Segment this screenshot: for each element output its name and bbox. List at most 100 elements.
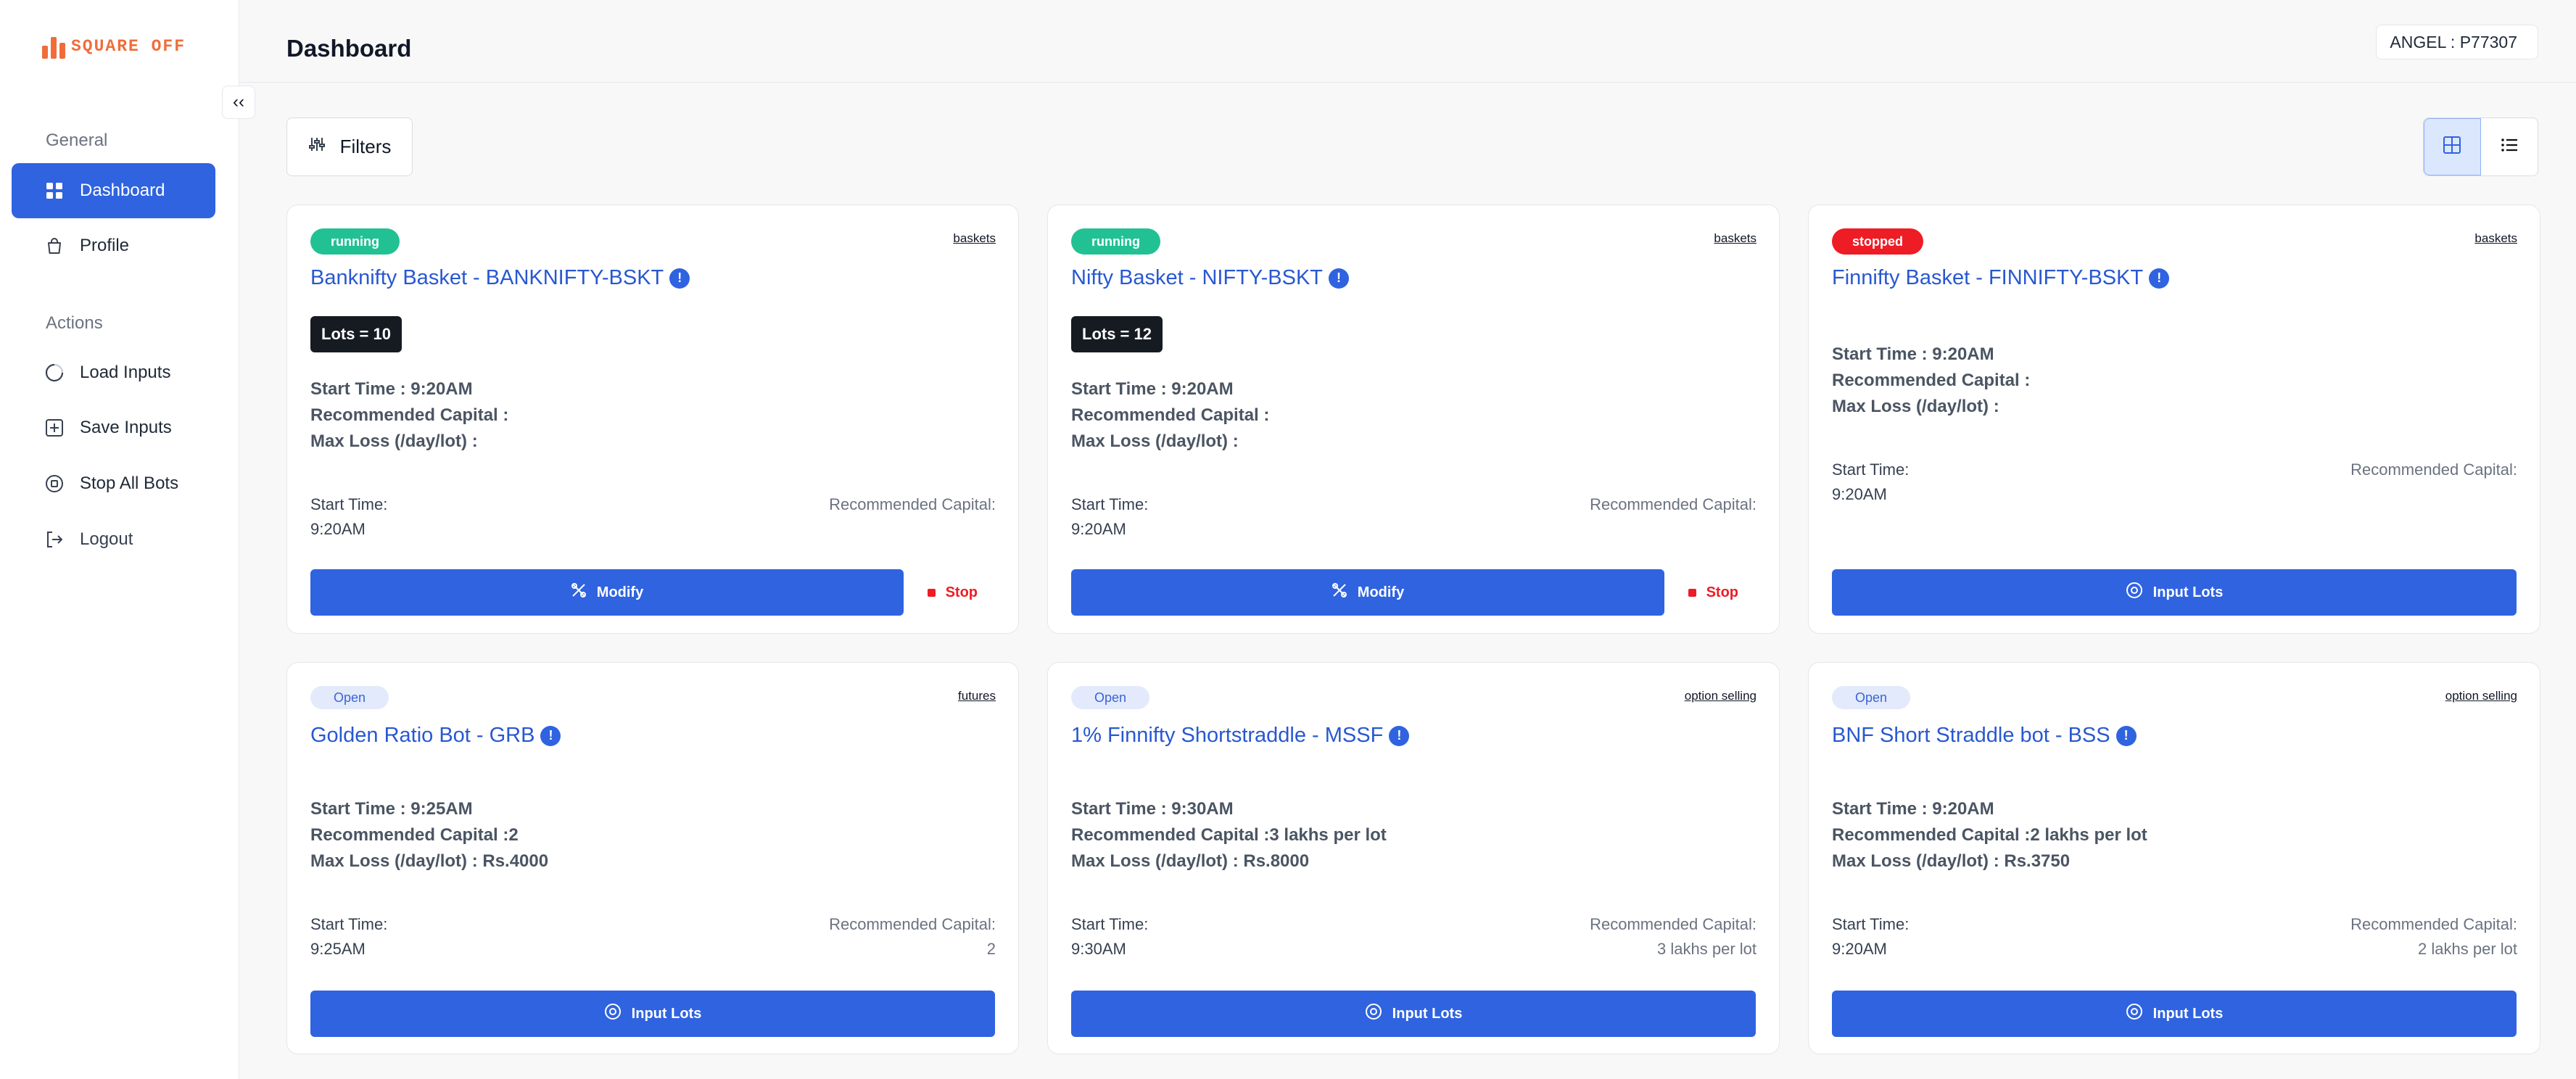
footer-start-value: 9:20AM [310, 520, 366, 538]
footer-capital-value: 2 lakhs per lot [2418, 940, 2517, 958]
modify-button[interactable]: Modify [1071, 569, 1664, 616]
card-title[interactable]: BNF Short Straddle bot - BSS! [1832, 724, 2137, 748]
card-title-text: Golden Ratio Bot - GRB [310, 724, 535, 747]
input-lots-button[interactable]: Input Lots [1832, 991, 2517, 1037]
stop-circle-icon [45, 474, 64, 493]
grid-icon [45, 181, 64, 200]
sidebar: SQUARE OFF General Dashboard Profile Act… [0, 0, 239, 1079]
info-icon[interactable]: ! [669, 268, 690, 289]
sidebar-item-dashboard[interactable]: Dashboard [12, 163, 215, 218]
bot-card: running baskets Nifty Basket - NIFTY-BSK… [1047, 204, 1780, 634]
card-title[interactable]: Golden Ratio Bot - GRB! [310, 724, 561, 748]
category-link[interactable]: baskets [953, 231, 996, 246]
start-time-text: Start Time : 9:20AM [1071, 379, 1234, 399]
footer-start-label: Start Time: [1832, 915, 1910, 933]
start-time-text: Start Time : 9:20AM [1832, 344, 1994, 364]
stop-button[interactable]: Stop [927, 569, 978, 616]
stop-icon [1688, 588, 1696, 597]
input-lots-label: Input Lots [1392, 1005, 1463, 1022]
footer-capital-label: Recommended Capital: [2350, 460, 2517, 479]
bot-card: Open option selling 1% Finnifty Shortstr… [1047, 662, 1780, 1054]
grid-view-icon [2443, 136, 2461, 158]
input-lots-button[interactable]: Input Lots [1832, 569, 2517, 616]
sidebar-item-label: Profile [80, 236, 130, 255]
filters-label: Filters [339, 136, 392, 157]
sidebar-item-logout[interactable]: Logout [12, 512, 215, 567]
logout-icon [45, 530, 64, 549]
lots-badge: Lots = 10 [310, 316, 402, 352]
sidebar-item-label: Stop All Bots [80, 474, 179, 493]
grid-view-button[interactable] [2424, 118, 2481, 175]
card-title-text: 1% Finnifty Shortstraddle - MSSF [1071, 724, 1384, 747]
modify-button[interactable]: Modify [310, 569, 904, 616]
category-link[interactable]: baskets [1714, 231, 1756, 246]
footer-start-label: Start Time: [1832, 460, 1910, 479]
stop-label: Stop [1706, 584, 1738, 600]
recommended-capital-text: Recommended Capital :2 [310, 825, 519, 845]
modify-label: Modify [596, 584, 644, 600]
sidebar-item-profile[interactable]: Profile [12, 218, 215, 273]
footer-capital-label: Recommended Capital: [1590, 915, 1756, 933]
app-logo[interactable]: SQUARE OFF [42, 32, 186, 61]
sidebar-item-stop-all-bots[interactable]: Stop All Bots [12, 456, 215, 511]
info-icon[interactable]: ! [1329, 268, 1349, 289]
category-link[interactable]: baskets [2474, 231, 2517, 246]
target-icon [1365, 1003, 1382, 1025]
bot-card: Open option selling BNF Short Straddle b… [1808, 662, 2540, 1054]
footer-capital-label: Recommended Capital: [829, 915, 996, 933]
category-link[interactable]: option selling [2445, 689, 2517, 703]
bot-card: Open futures Golden Ratio Bot - GRB! Sta… [286, 662, 1019, 1054]
filters-button[interactable]: Filters [286, 117, 413, 176]
status-badge: running [1071, 228, 1160, 255]
start-time-text: Start Time : 9:25AM [310, 799, 473, 819]
sidebar-item-label: Load Inputs [80, 363, 171, 382]
footer-capital-value: 2 [986, 940, 996, 958]
card-title[interactable]: Banknifty Basket - BANKNIFTY-BSKT! [310, 266, 690, 290]
category-link[interactable]: futures [958, 689, 996, 703]
loader-icon [45, 363, 64, 382]
candlestick-logo-icon [42, 34, 65, 59]
target-icon [2126, 1003, 2143, 1025]
card-title[interactable]: Finnifty Basket - FINNIFTY-BSKT! [1832, 266, 2170, 290]
sidebar-item-label: Dashboard [80, 181, 165, 200]
status-badge: Open [1071, 686, 1150, 709]
section-title-actions: Actions [46, 313, 103, 333]
list-view-button[interactable] [2481, 118, 2538, 175]
target-icon [604, 1003, 622, 1025]
input-lots-button[interactable]: Input Lots [1071, 991, 1756, 1037]
footer-start-label: Start Time: [1071, 495, 1149, 513]
card-title-text: Nifty Basket - NIFTY-BSKT [1071, 266, 1323, 289]
account-selector[interactable]: ANGEL : P77307 [2376, 25, 2538, 59]
input-lots-button[interactable]: Input Lots [310, 991, 995, 1037]
footer-capital-label: Recommended Capital: [829, 495, 996, 513]
info-icon[interactable]: ! [2115, 725, 2137, 746]
status-badge: Open [1832, 686, 1911, 709]
stop-button[interactable]: Stop [1688, 569, 1738, 616]
bot-card: stopped baskets Finnifty Basket - FINNIF… [1808, 204, 2540, 634]
page-title: Dashboard [286, 35, 412, 62]
collapse-sidebar-button[interactable]: ‹‹ [222, 86, 255, 119]
input-lots-label: Input Lots [2152, 1005, 2224, 1022]
footer-start-value: 9:20AM [1832, 485, 1887, 503]
bag-icon [45, 236, 64, 255]
category-link[interactable]: option selling [1685, 689, 1756, 703]
stop-label: Stop [945, 584, 978, 600]
info-icon[interactable]: ! [540, 725, 561, 746]
footer-start-value: 9:20AM [1071, 520, 1126, 538]
sidebar-item-load-inputs[interactable]: Load Inputs [12, 345, 215, 400]
sidebar-item-save-inputs[interactable]: Save Inputs [12, 400, 215, 455]
info-icon[interactable]: ! [1389, 725, 1410, 746]
info-icon[interactable]: ! [2149, 268, 2170, 289]
footer-start-label: Start Time: [310, 495, 388, 513]
sidebar-item-label: Save Inputs [80, 418, 172, 437]
card-title[interactable]: Nifty Basket - NIFTY-BSKT! [1071, 266, 1349, 290]
chevrons-left-icon: ‹‹ [233, 92, 244, 112]
bot-card: running baskets Banknifty Basket - BANKN… [286, 204, 1019, 634]
target-icon [2126, 582, 2143, 603]
plus-square-icon [45, 418, 64, 437]
card-title[interactable]: 1% Finnifty Shortstraddle - MSSF! [1071, 724, 1410, 748]
max-loss-text: Max Loss (/day/lot) : Rs.4000 [310, 851, 549, 871]
recommended-capital-text: Recommended Capital : [1832, 371, 2031, 390]
stop-icon [927, 588, 936, 597]
footer-start-value: 9:25AM [310, 940, 366, 958]
